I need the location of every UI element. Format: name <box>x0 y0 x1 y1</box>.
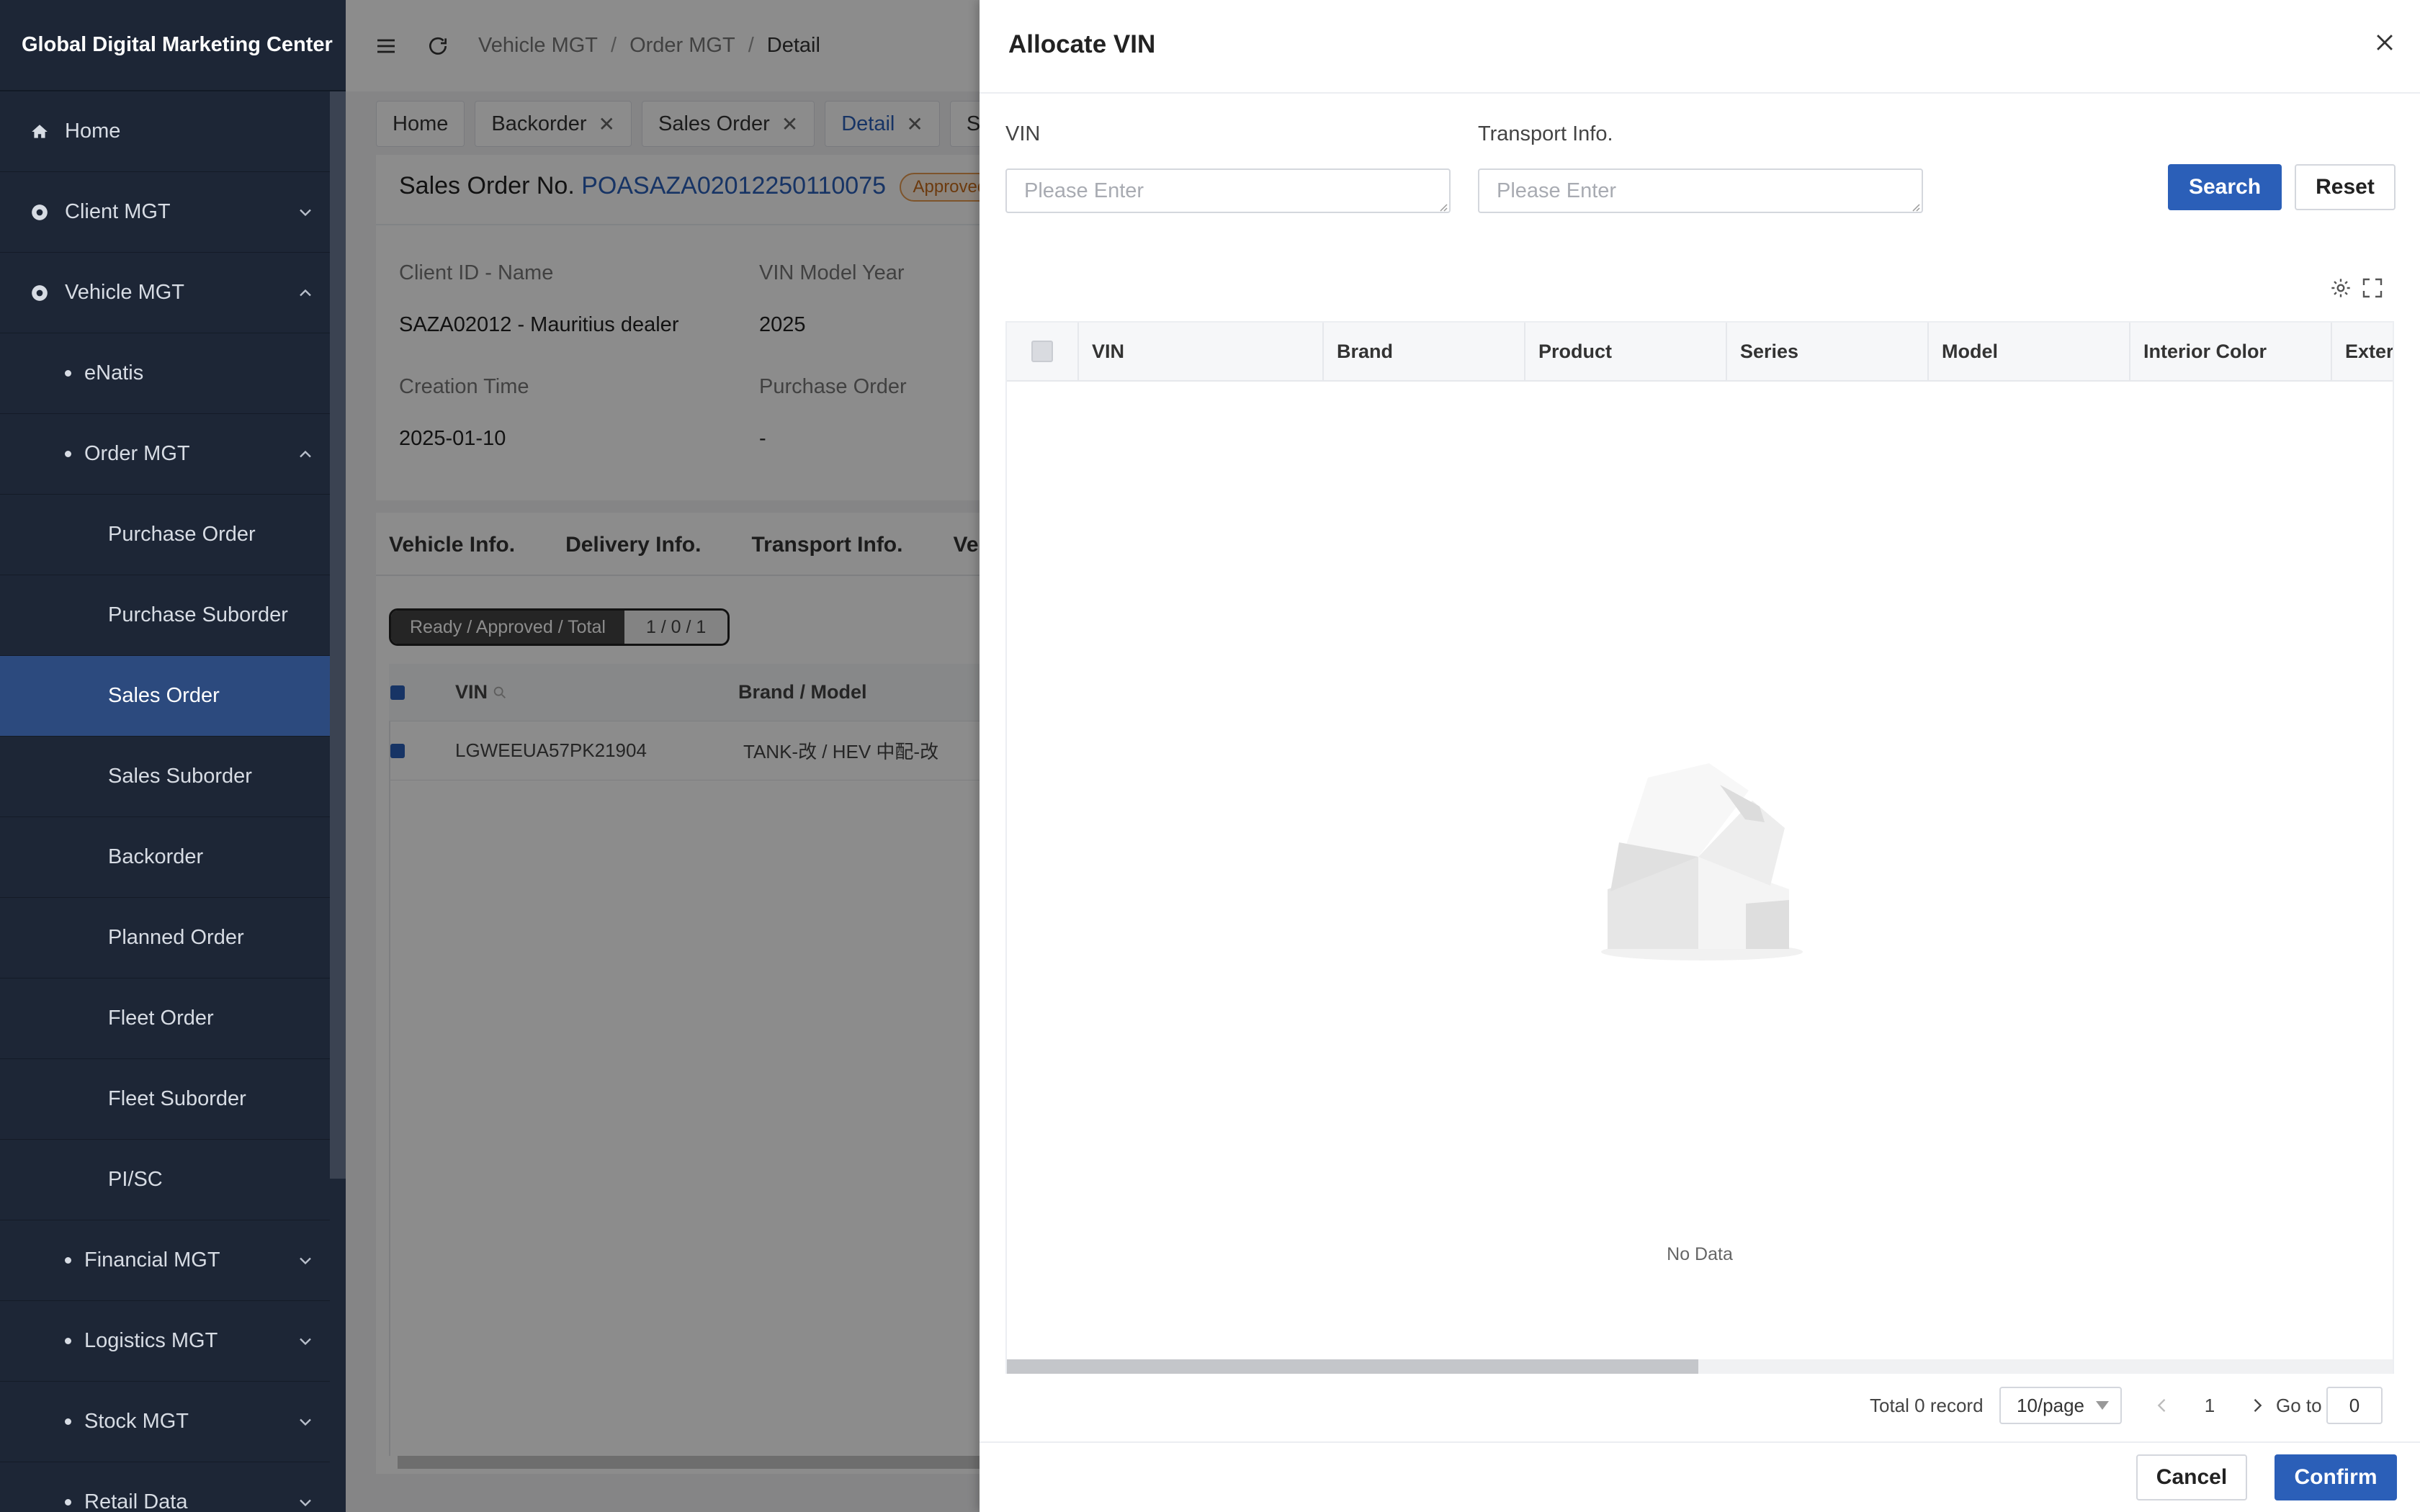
pagination-total: Total 0 record <box>1870 1394 1984 1416</box>
sidebar-item-label: Planned Order <box>108 926 244 949</box>
vin-table: VIN Brand Product Series Model Interior … <box>1005 321 2394 1374</box>
empty-state <box>1007 382 2393 1318</box>
horizontal-scrollbar[interactable] <box>1007 1359 2393 1374</box>
sidebar-item-client-mgt[interactable]: Client MGT <box>0 172 330 253</box>
client-icon <box>30 203 49 222</box>
resize-grip-icon[interactable] <box>1438 202 1448 212</box>
sidebar-item-purchase-order[interactable]: Purchase Order <box>0 495 330 575</box>
transport-info-label: Transport Info. <box>1478 122 1613 145</box>
sidebar-item-sales-order[interactable]: Sales Order <box>0 656 330 737</box>
sidebar-item-planned-order[interactable]: Planned Order <box>0 898 330 978</box>
drawer-header: Allocate VIN <box>980 0 2420 94</box>
sidebar-item-backorder[interactable]: Backorder <box>0 817 330 898</box>
sidebar-item-enatis[interactable]: eNatis <box>0 333 330 414</box>
scrollbar-thumb[interactable] <box>1007 1359 1698 1374</box>
settings-icon[interactable] <box>2329 276 2352 300</box>
sidebar-item-order-mgt[interactable]: Order MGT <box>0 414 330 495</box>
sidebar-item-label: Client MGT <box>65 200 171 223</box>
column-header-series: Series <box>1727 323 1929 380</box>
chevron-down-icon <box>300 1257 311 1264</box>
column-header-interior-color: Interior Color <box>2130 323 2332 380</box>
search-button[interactable]: Search <box>2168 164 2282 210</box>
vin-label: VIN <box>1005 122 1041 145</box>
confirm-button[interactable]: Confirm <box>2275 1454 2397 1500</box>
bullet-icon <box>65 370 71 377</box>
sidebar: Global Digital Marketing Center Home Cli… <box>0 0 346 1512</box>
sidebar-item-label: PI/SC <box>108 1168 163 1191</box>
page-number[interactable]: 1 <box>2195 1387 2224 1424</box>
sidebar-item-label: Logistics MGT <box>84 1329 218 1352</box>
sidebar-item-retail-data[interactable]: Retail Data <box>0 1462 330 1512</box>
chevron-down-icon <box>300 1338 311 1345</box>
chevron-down-icon <box>300 1418 311 1426</box>
column-header-vin: VIN <box>1079 323 1324 380</box>
page-size-value: 10/page <box>2017 1394 2084 1416</box>
caret-down-icon <box>2096 1401 2109 1410</box>
bullet-icon <box>65 451 71 457</box>
sidebar-item-label: Sales Order <box>108 684 220 707</box>
cancel-button[interactable]: Cancel <box>2136 1454 2247 1500</box>
sidebar-item-stock-mgt[interactable]: Stock MGT <box>0 1382 330 1462</box>
sidebar-item-financial-mgt[interactable]: Financial MGT <box>0 1220 330 1301</box>
sidebar-item-label: eNatis <box>84 361 144 384</box>
empty-text: No Data <box>1667 1244 1733 1264</box>
bullet-icon <box>65 1499 71 1506</box>
sidebar-item-label: Purchase Order <box>108 523 256 546</box>
select-all-checkbox[interactable] <box>1031 341 1053 362</box>
column-header-model: Model <box>1929 323 2130 380</box>
home-icon <box>30 122 49 141</box>
vin-table-header: VIN Brand Product Series Model Interior … <box>1007 323 2393 382</box>
sidebar-scrollbar[interactable] <box>330 91 346 1179</box>
page-size-select[interactable]: 10/page <box>1999 1387 2122 1424</box>
drawer-title: Allocate VIN <box>1008 30 1156 58</box>
column-header-exterior-color: Exteri <box>2345 340 2393 362</box>
allocate-vin-drawer: Allocate VIN VIN Transport Info. Search … <box>980 0 2420 1512</box>
column-header-brand: Brand <box>1324 323 1525 380</box>
sidebar-item-vehicle-mgt[interactable]: Vehicle MGT <box>0 253 330 333</box>
sidebar-item-fleet-suborder[interactable]: Fleet Suborder <box>0 1059 330 1140</box>
goto-page-input[interactable] <box>2326 1387 2383 1424</box>
sidebar-item-label: Financial MGT <box>84 1248 220 1272</box>
chevron-right-icon[interactable] <box>2247 1395 2267 1416</box>
chevron-up-icon <box>300 289 311 296</box>
sidebar-item-label: Retail Data <box>84 1490 188 1512</box>
vehicle-icon <box>30 284 49 302</box>
app-title: Global Digital Marketing Center <box>0 0 346 91</box>
sidebar-item-home[interactable]: Home <box>0 91 330 172</box>
bullet-icon <box>65 1338 71 1344</box>
chevron-down-icon <box>300 1499 311 1506</box>
sidebar-item-sales-suborder[interactable]: Sales Suborder <box>0 737 330 817</box>
sidebar-item-fleet-order[interactable]: Fleet Order <box>0 978 330 1059</box>
chevron-left-icon[interactable] <box>2152 1395 2172 1416</box>
sidebar-item-label: Order MGT <box>84 442 190 465</box>
bullet-icon <box>65 1418 71 1425</box>
sidebar-item-label: Vehicle MGT <box>65 281 184 304</box>
fullscreen-icon[interactable] <box>2361 276 2384 300</box>
sidebar-item-label: Stock MGT <box>84 1410 189 1433</box>
sidebar-item-logistics-mgt[interactable]: Logistics MGT <box>0 1301 330 1382</box>
sidebar-item-label: Fleet Order <box>108 1007 214 1030</box>
vin-input[interactable] <box>1005 168 1451 213</box>
sidebar-menu: Home Client MGT Vehicle MGT eNatis Order… <box>0 91 330 1512</box>
sidebar-item-label: Home <box>65 120 121 143</box>
column-header-product: Product <box>1525 323 1727 380</box>
empty-box-icon <box>1601 763 1803 960</box>
close-icon[interactable] <box>2372 30 2397 55</box>
divider <box>980 1441 2420 1443</box>
sidebar-item-label: Sales Suborder <box>108 765 252 788</box>
modal-overlay[interactable] <box>346 0 980 1512</box>
resize-grip-icon[interactable] <box>1910 202 1920 212</box>
bullet-icon <box>65 1257 71 1264</box>
goto-label: Go to <box>2276 1394 2322 1416</box>
sidebar-item-label: Backorder <box>108 845 204 868</box>
sidebar-item-purchase-suborder[interactable]: Purchase Suborder <box>0 575 330 656</box>
transport-info-input[interactable] <box>1478 168 1923 213</box>
chevron-up-icon <box>300 450 311 457</box>
chevron-down-icon <box>300 209 311 216</box>
sidebar-item-pi-sc[interactable]: PI/SC <box>0 1140 330 1220</box>
select-all-cell <box>1007 323 1079 380</box>
reset-button[interactable]: Reset <box>2295 164 2396 210</box>
sidebar-item-label: Fleet Suborder <box>108 1087 246 1110</box>
sidebar-item-label: Purchase Suborder <box>108 603 288 626</box>
